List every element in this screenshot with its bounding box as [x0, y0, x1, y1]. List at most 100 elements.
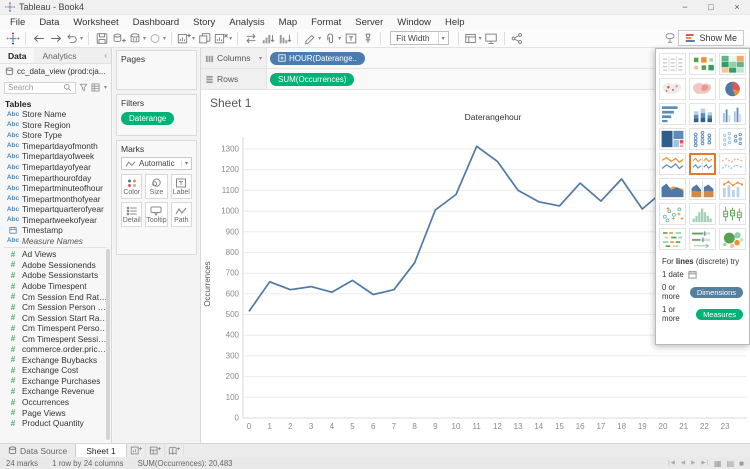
showme-lines-continuous-thumb[interactable]	[659, 153, 686, 175]
showme-heat-map-thumb[interactable]	[689, 53, 716, 75]
showme-horizontal-bars-thumb[interactable]	[659, 103, 686, 125]
field-store-region[interactable]: Abc Store Region	[0, 120, 111, 131]
showme-dual-combination-thumb[interactable]	[719, 178, 746, 200]
showme-area-discrete-thumb[interactable]	[689, 178, 716, 200]
filter-pill-daterange[interactable]: Daterange	[121, 112, 175, 125]
datasource-row[interactable]: cc_data_view (prod:cja...	[0, 64, 111, 79]
menu-story[interactable]: Story	[186, 15, 222, 29]
menu-file[interactable]: File	[3, 15, 32, 29]
menu-format[interactable]: Format	[304, 15, 348, 29]
field-exchange-cost[interactable]: # Exchange Cost	[0, 365, 111, 376]
showme-stacked-bars-thumb[interactable]	[689, 103, 716, 125]
pages-shelf[interactable]: Pages	[116, 50, 197, 90]
menu-data[interactable]: Data	[32, 15, 66, 29]
collapse-pane-icon[interactable]: ‹	[100, 48, 111, 63]
save-button[interactable]	[93, 30, 110, 47]
field-timeparthourofday[interactable]: Abc Timeparthourofday	[0, 172, 111, 183]
marks-detail-button[interactable]: Detail	[121, 202, 143, 227]
field-timepartdayofyear[interactable]: Abc Timepartdayofyear	[0, 162, 111, 173]
new-story-tab-button[interactable]	[165, 444, 184, 457]
share-button[interactable]	[509, 30, 526, 47]
field-cm-session-person-de[interactable]: # Cm Session Person De...	[0, 302, 111, 313]
tab-data-source[interactable]: Data Source	[0, 444, 75, 457]
new-worksheet-button[interactable]: ▾	[176, 30, 196, 47]
tab-analytics[interactable]: Analytics	[34, 48, 84, 63]
showme-area-continuous-thumb[interactable]	[659, 178, 686, 200]
field-timepartmonthofyear[interactable]: Abc Timepartmonthofyear	[0, 193, 111, 204]
filmstrip-icon[interactable]: ▤	[727, 459, 735, 468]
showme-box-and-whisker-thumb[interactable]	[719, 203, 746, 225]
pill-hour-daterange[interactable]: HOUR(Daterange..	[270, 51, 366, 65]
field-exchange-purchases[interactable]: # Exchange Purchases	[0, 376, 111, 387]
maximize-button[interactable]: □	[698, 0, 724, 14]
sort-ascending-button[interactable]	[259, 30, 276, 47]
field-timestamp[interactable]: Timestamp	[0, 225, 111, 236]
marks-path-button[interactable]: Path	[170, 202, 192, 227]
duplicate-sheet-button[interactable]	[196, 30, 213, 47]
clear-sheet-button[interactable]: ▾	[213, 30, 233, 47]
tab-nav-icon-1[interactable]: ◀	[681, 460, 686, 466]
close-button[interactable]: ×	[724, 0, 750, 14]
showme-lines-discrete-thumb[interactable]	[689, 153, 716, 175]
datasource-button[interactable]: ▾	[127, 30, 147, 47]
showme-highlight-table-thumb[interactable]	[719, 53, 746, 75]
columns-caret-icon[interactable]: ▾	[259, 55, 262, 62]
field-timepartminuteofhour[interactable]: Abc Timepartminuteofhour	[0, 183, 111, 194]
tableau-logo-button[interactable]	[4, 30, 21, 47]
group-button[interactable]: ▾	[322, 30, 342, 47]
tab-nav-icon-0[interactable]: |◀	[668, 460, 676, 466]
showme-scatter-plot-thumb[interactable]	[659, 203, 686, 225]
field-measure-names[interactable]: Abc Measure Names	[0, 236, 111, 247]
field-occurrences[interactable]: # Occurrences	[0, 397, 111, 408]
pill-sum-occurrences[interactable]: SUM(Occurrences)	[270, 72, 355, 86]
menu-dashboard[interactable]: Dashboard	[126, 15, 186, 29]
showme-gantt-thumb[interactable]	[659, 228, 686, 250]
field-timepartquarterofyear[interactable]: Abc Timepartquarterofyear	[0, 204, 111, 215]
field-adobe-sessionstarts[interactable]: # Adobe Sessionstarts	[0, 270, 111, 281]
field-cm-session-start-rate[interactable]: # Cm Session Start Rate ...	[0, 312, 111, 323]
field-ad-views[interactable]: # Ad Views	[0, 249, 111, 260]
tab-data[interactable]: Data	[0, 48, 35, 63]
field-exchange-buybacks[interactable]: # Exchange Buybacks	[0, 355, 111, 366]
view-options-icon[interactable]	[91, 83, 100, 92]
filters-shelf[interactable]: Filters Daterange	[116, 94, 197, 136]
field-adobe-timespent[interactable]: # Adobe Timespent	[0, 281, 111, 292]
search-input[interactable]: Search	[4, 81, 76, 94]
showme-packed-bubbles-thumb[interactable]	[719, 228, 746, 250]
field-store-name[interactable]: Abc Store Name	[0, 109, 111, 120]
field-timepartdayofweek[interactable]: Abc Timepartdayofweek	[0, 151, 111, 162]
show-me-button[interactable]: Show Me	[678, 30, 744, 46]
showme-bullet-graphs-thumb[interactable]	[689, 228, 716, 250]
marks-size-button[interactable]: Size	[145, 174, 168, 199]
fit-width-select[interactable]: Fit Width ▾	[390, 31, 449, 45]
showme-side-by-side-circles-thumb[interactable]	[719, 128, 746, 150]
view-options-caret-icon[interactable]: ▾	[104, 84, 107, 91]
show-hide-cards-button[interactable]: ▾	[463, 30, 483, 47]
new-worksheet-tab-button[interactable]	[127, 444, 146, 457]
mark-type-dropdown[interactable]: Automatic ▾	[121, 157, 192, 170]
fix-axes-button[interactable]	[359, 30, 376, 47]
field-cm-session-end-rate[interactable]: # Cm Session End Rate ...	[0, 291, 111, 302]
field-adobe-sessionends[interactable]: # Adobe Sessionends	[0, 260, 111, 271]
menu-server[interactable]: Server	[348, 15, 390, 29]
tab-sheet-1[interactable]: Sheet 1	[75, 444, 127, 457]
minimize-button[interactable]: −	[672, 0, 698, 14]
showme-filled-map-thumb[interactable]	[689, 78, 716, 100]
showme-text-table-thumb[interactable]	[659, 53, 686, 75]
sort-descending-button[interactable]	[276, 30, 293, 47]
sheet-sorter-icon[interactable]: ▦	[714, 459, 722, 468]
presentation-mode-button[interactable]	[483, 30, 500, 47]
new-dashboard-tab-button[interactable]	[146, 444, 165, 457]
showme-circle-views-thumb[interactable]	[689, 128, 716, 150]
scrollbar[interactable]	[106, 249, 110, 440]
field-timepartdayofmonth[interactable]: Abc Timepartdayofmonth	[0, 141, 111, 152]
showme-treemap-thumb[interactable]	[659, 128, 686, 150]
menu-window[interactable]: Window	[390, 15, 438, 29]
auto-update-button[interactable]: ▾	[147, 30, 167, 47]
field-page-views[interactable]: # Page Views	[0, 407, 111, 418]
field-exchange-revenue[interactable]: # Exchange Revenue	[0, 386, 111, 397]
marks-color-button[interactable]: Color	[121, 174, 143, 199]
back-button[interactable]	[30, 30, 47, 47]
menu-analysis[interactable]: Analysis	[222, 15, 271, 29]
filter-fields-icon[interactable]	[79, 83, 88, 92]
